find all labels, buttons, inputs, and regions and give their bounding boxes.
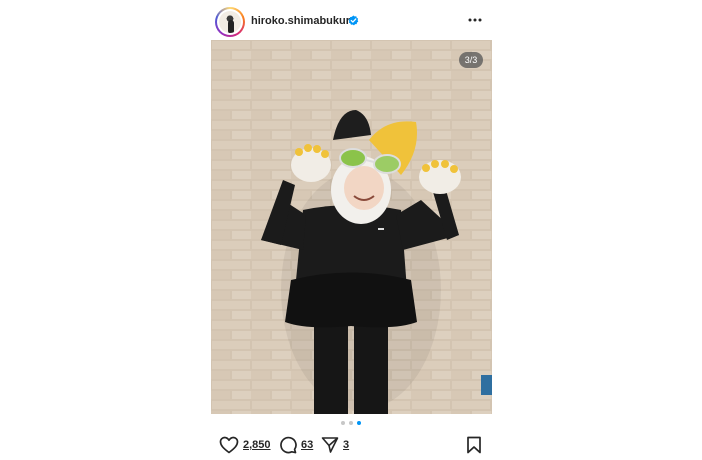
heart-icon[interactable] [219, 436, 239, 454]
comment-icon[interactable] [279, 436, 297, 454]
share-count[interactable]: 3 [343, 439, 349, 451]
profile-avatar[interactable] [215, 7, 245, 37]
carousel-dot-active [357, 421, 361, 425]
photo-illustration [211, 40, 492, 414]
share-icon[interactable] [321, 436, 339, 454]
avatar-image [219, 11, 241, 33]
share-action[interactable]: 3 [321, 434, 349, 456]
comment-action[interactable]: 63 [279, 434, 313, 456]
like-count[interactable]: 2,850 [243, 439, 271, 451]
carousel-counter: 3/3 [459, 52, 483, 68]
carousel-indicator [341, 421, 361, 427]
more-options-icon[interactable] [466, 12, 484, 28]
username-link[interactable]: hiroko.shimabukuro [251, 15, 357, 27]
bookmark-icon[interactable] [466, 436, 482, 454]
action-bar: 2,850 63 3 [211, 434, 492, 456]
avatar-ring [217, 9, 243, 35]
like-action[interactable]: 2,850 [219, 434, 271, 456]
carousel-dot [341, 421, 345, 425]
instagram-post: hiroko.shimabukuro 3/3 2,850 63 3 [211, 0, 492, 460]
comment-count[interactable]: 63 [301, 439, 313, 451]
verified-badge-icon [348, 15, 359, 26]
carousel-dot [349, 421, 353, 425]
post-header: hiroko.shimabukuro [211, 0, 492, 40]
post-photo[interactable]: 3/3 [211, 40, 492, 414]
